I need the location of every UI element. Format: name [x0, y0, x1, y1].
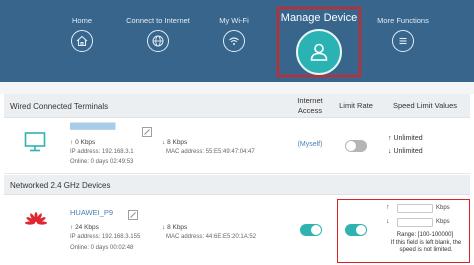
speed-limit-down: ↓ Unlimited — [388, 148, 423, 155]
limit-rate-toggle-wired[interactable] — [345, 140, 367, 152]
column-internet-access: Internet Access — [297, 96, 323, 115]
download-rate-value: 8 Kbps — [167, 139, 188, 146]
upload-rate: ↑ 24 Kbps — [70, 224, 99, 231]
section-header-wired: Wired Connected Terminals Internet Acces… — [4, 94, 470, 118]
internet-access-myself: (Myself) — [297, 141, 323, 148]
download-limit-input[interactable] — [397, 218, 433, 227]
nav-label-more-functions: More Functions — [377, 16, 429, 25]
device-name-huawei[interactable]: HUAWEI_P9 — [70, 208, 113, 217]
download-rate: ↓ 8 Kbps — [162, 224, 188, 231]
nav-label-manage-device: Manage Device — [280, 12, 358, 24]
nav-item-manage-device[interactable]: Manage Device — [277, 7, 361, 77]
nav-item-home[interactable]: Home — [62, 0, 102, 82]
top-navigation: Home Connect to Internet My Wi-Fi Manage… — [0, 0, 474, 82]
internet-access-toggle[interactable] — [300, 224, 322, 236]
column-limit-rate: Limit Rate — [339, 101, 373, 110]
wifi-icon — [223, 30, 245, 52]
table-row-wired-device: ████████████ ↑ 0 Kbps ↓ 8 Kbps IP addres… — [4, 118, 470, 174]
ip-address: IP address: 192.168.3.1 — [70, 149, 134, 155]
content-background — [0, 82, 474, 94]
limit-down-arrow: ↓ — [386, 218, 390, 225]
download-rate-value: 8 Kbps — [167, 224, 188, 231]
user-icon — [296, 29, 342, 75]
edit-icon[interactable] — [142, 124, 152, 137]
download-limit-unit: Kbps — [436, 219, 450, 225]
huawei-logo-icon — [25, 212, 47, 234]
device-name-redacted: ████████████ — [70, 124, 116, 130]
section-title-wired: Wired Connected Terminals — [10, 102, 109, 111]
upload-rate-value: 0 Kbps — [75, 139, 96, 146]
mac-address: MAC address: 44:6E:E5:20:1A:52 — [166, 234, 257, 240]
column-speed-limit-values: Speed Limit Values — [392, 101, 458, 110]
upload-limit-input[interactable] — [397, 204, 433, 213]
menu-icon — [392, 30, 414, 52]
nav-item-more-functions[interactable]: More Functions — [374, 0, 432, 82]
monitor-icon — [24, 131, 46, 153]
online-time: Online: 0 days 02:49:53 — [70, 159, 134, 165]
speed-limit-panel: ↑ Kbps ↓ Kbps Range: [100-100000] If thi… — [337, 199, 470, 263]
nav-item-my-wifi[interactable]: My Wi-Fi — [212, 0, 256, 82]
online-time: Online: 0 days 00:02:48 — [70, 245, 134, 251]
section-title-wifi-24: Networked 2.4 GHz Devices — [10, 181, 111, 190]
upload-rate-value: 24 Kbps — [75, 224, 99, 231]
upload-rate: ↑ 0 Kbps — [70, 139, 96, 146]
nav-label-wifi: My Wi-Fi — [219, 16, 249, 25]
ip-address: IP address: 192.168.3.155 — [70, 234, 141, 240]
nav-item-connect-to-internet[interactable]: Connect to Internet — [118, 0, 198, 82]
blank-field-hint: If this field is left blank, the speed i… — [390, 240, 462, 253]
home-icon — [71, 30, 93, 52]
nav-label-home: Home — [71, 16, 92, 25]
download-rate: ↓ 8 Kbps — [162, 139, 188, 146]
speed-limit-up: ↑ Unlimited — [388, 135, 423, 142]
speed-limit-up-value: Unlimited — [393, 135, 423, 142]
globe-icon — [147, 30, 169, 52]
edit-icon[interactable] — [128, 207, 138, 220]
range-hint: Range: [100-100000] — [396, 232, 454, 238]
limit-up-arrow: ↑ — [386, 204, 390, 211]
speed-limit-down-value: Unlimited — [393, 148, 423, 155]
upload-limit-unit: Kbps — [436, 205, 450, 211]
nav-label-connect: Connect to Internet — [126, 16, 190, 25]
mac-address: MAC address: 55:E5:49:47:04:47 — [166, 149, 255, 155]
section-header-wifi-24: Networked 2.4 GHz Devices — [4, 175, 470, 195]
